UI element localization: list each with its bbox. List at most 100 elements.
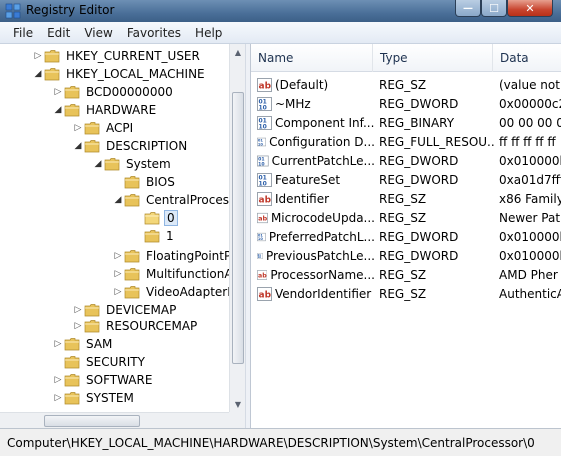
tree-node[interactable]: ▷ HKEY_CURRENT_USER [32, 47, 202, 65]
window-title: Registry Editor [26, 3, 115, 17]
list-item[interactable]: ab VendorIdentifier REG_SZ AuthenticA [251, 284, 561, 303]
menu-help[interactable]: Help [188, 26, 229, 40]
scroll-down-icon[interactable]: ▼ [230, 396, 246, 412]
collapsed-arrow-icon[interactable]: ▷ [72, 119, 84, 137]
svg-text:ab: ab [258, 272, 267, 279]
tree-node[interactable]: ▷MultifunctionAdapter [112, 265, 244, 283]
scroll-up-icon[interactable]: ▲ [230, 44, 246, 60]
value-name-cell: ab Identifier [257, 189, 375, 208]
tree-node-label: 0 [164, 210, 178, 226]
tree-node[interactable]: SECURITY [52, 353, 147, 371]
expanded-arrow-icon[interactable]: ◢ [52, 101, 64, 119]
folder-icon [84, 320, 100, 333]
scroll-thumb[interactable] [44, 415, 140, 427]
svg-text:ab: ab [259, 81, 272, 91]
value-name: (Default) [275, 77, 329, 92]
no-arrow [112, 173, 124, 191]
list-item[interactable]: ab ProcessorName... REG_SZ AMD Pher [251, 265, 561, 284]
collapsed-arrow-icon[interactable]: ▷ [112, 247, 124, 265]
tree-node-label: SAM [86, 337, 113, 351]
svg-text:10: 10 [259, 104, 267, 111]
svg-text:10: 10 [258, 256, 262, 259]
minimize-button[interactable]: — [455, 0, 481, 17]
tree-node[interactable]: ▷ SYSTEM [52, 389, 136, 407]
value-name: MicrocodeUpda... [270, 210, 375, 225]
binary-value-icon: 0110 [257, 155, 269, 167]
value-name-cell: 01 10 PreviousPatchLe... [257, 246, 375, 265]
collapsed-arrow-icon[interactable]: ▷ [52, 389, 64, 407]
string-value-icon: ab [257, 212, 268, 223]
tree-node-label: HKEY_CURRENT_USER [66, 49, 200, 63]
value-data: AMD Pher [499, 267, 558, 282]
tree-node[interactable]: ▷ RESOURCEMAP [72, 317, 199, 335]
collapsed-arrow-icon[interactable]: ▷ [52, 371, 64, 389]
list-item[interactable]: ab Identifier REG_SZ x86 Family [251, 189, 561, 208]
list-item[interactable]: 01 10 PreviousPatchLe... REG_DWORD 0x010000b [251, 246, 561, 265]
menu-edit[interactable]: Edit [40, 26, 77, 40]
tree-node-label: 1 [166, 229, 174, 243]
tree-node[interactable]: ◢ DESCRIPTION [72, 137, 189, 155]
svg-text:10: 10 [259, 180, 267, 187]
scroll-thumb[interactable] [232, 92, 244, 364]
collapsed-arrow-icon[interactable]: ▷ [112, 283, 124, 301]
column-name[interactable]: Name [251, 44, 373, 72]
list-header: Name Type Data [251, 44, 561, 72]
key-tree[interactable]: ▷ HKEY_CURRENT_USER ◢ HKEY_LOCAL_MACHINE ▷ BC… [0, 44, 245, 428]
column-type[interactable]: Type [373, 44, 493, 72]
tree-node[interactable]: 0 [132, 209, 178, 227]
value-type: REG_SZ [379, 191, 427, 206]
value-type: REG_DWORD [379, 153, 459, 168]
tree-node[interactable]: ◢ CentralProcessor [112, 191, 244, 209]
maximize-button[interactable]: ☐ [481, 0, 507, 17]
expanded-arrow-icon[interactable]: ◢ [72, 137, 84, 155]
tree-node[interactable]: ▷ ACPI [72, 119, 135, 137]
folder-icon [104, 158, 120, 171]
tree-node[interactable]: ▷ BCD00000000 [52, 83, 175, 101]
status-bar: Computer\HKEY_LOCAL_MACHINE\HARDWARE\DES… [0, 428, 561, 456]
list-item[interactable]: 01 10 Component Inf... REG_BINARY 00 00 00 0… [251, 113, 561, 132]
tree-node[interactable]: BIOS [112, 173, 177, 191]
title-bar[interactable]: Registry Editor — ☐ ✕ [0, 0, 561, 22]
collapsed-arrow-icon[interactable]: ▷ [72, 317, 84, 335]
tree-node[interactable]: ◢ HARDWARE [52, 101, 158, 119]
list-item[interactable]: 01 10 Configuration D... REG_FULL_RESOU... f… [251, 132, 561, 151]
menu-file[interactable]: File [6, 26, 40, 40]
list-item[interactable]: 01 10 CurrentPatchLe... REG_DWORD 0x010000b [251, 151, 561, 170]
tree-node[interactable]: ◢ System [92, 155, 173, 173]
menu-view[interactable]: View [77, 26, 119, 40]
list-item[interactable]: 01 10 PreferredPatchL... REG_DWORD 0x010000b [251, 227, 561, 246]
column-data[interactable]: Data [493, 44, 561, 72]
minimize-icon: — [463, 2, 473, 14]
list-item[interactable]: 01 10 FeatureSet REG_DWORD 0xa01d7fff [251, 170, 561, 189]
values-list[interactable]: Name Type Data ab (Default) REG_SZ (value n… [251, 44, 561, 428]
list-item[interactable]: ab (Default) REG_SZ (value not [251, 75, 561, 94]
folder-icon [64, 374, 80, 387]
expanded-arrow-icon[interactable]: ◢ [32, 65, 44, 83]
menu-favorites[interactable]: Favorites [120, 26, 188, 40]
value-type: REG_SZ [379, 210, 427, 225]
tree-node-label: SYSTEM [86, 391, 134, 405]
folder-icon [124, 286, 140, 299]
tree-node[interactable]: 1 [132, 227, 176, 245]
folder-icon [84, 122, 100, 135]
tree-node[interactable]: ▷VideoAdapterBusses [112, 283, 244, 301]
tree-node[interactable]: ▷ SAM [52, 335, 114, 353]
expanded-arrow-icon[interactable]: ◢ [92, 155, 104, 173]
tree-node[interactable]: ▷ SOFTWARE [52, 371, 154, 389]
value-type: REG_SZ [379, 267, 427, 282]
list-item[interactable]: ab MicrocodeUpda... REG_SZ Newer Pat [251, 208, 561, 227]
value-name-cell: 01 10 PreferredPatchL... [257, 227, 375, 246]
collapsed-arrow-icon[interactable]: ▷ [112, 265, 124, 283]
tree-node[interactable]: ▷FloatingPointProcessor [112, 247, 244, 265]
collapsed-arrow-icon[interactable]: ▷ [52, 83, 64, 101]
tree-horizontal-scrollbar[interactable] [0, 412, 229, 428]
tree-vertical-scrollbar[interactable]: ▲ ▼ [229, 44, 245, 412]
expanded-arrow-icon[interactable]: ◢ [112, 191, 124, 209]
value-data: 00 00 00 00 [499, 115, 561, 130]
close-button[interactable]: ✕ [507, 0, 553, 17]
collapsed-arrow-icon[interactable]: ▷ [32, 47, 44, 65]
value-type: REG_SZ [379, 77, 427, 92]
tree-node[interactable]: ◢ HKEY_LOCAL_MACHINE [32, 65, 207, 83]
list-item[interactable]: 01 10 ~MHz REG_DWORD 0x00000c2 [251, 94, 561, 113]
collapsed-arrow-icon[interactable]: ▷ [52, 335, 64, 353]
